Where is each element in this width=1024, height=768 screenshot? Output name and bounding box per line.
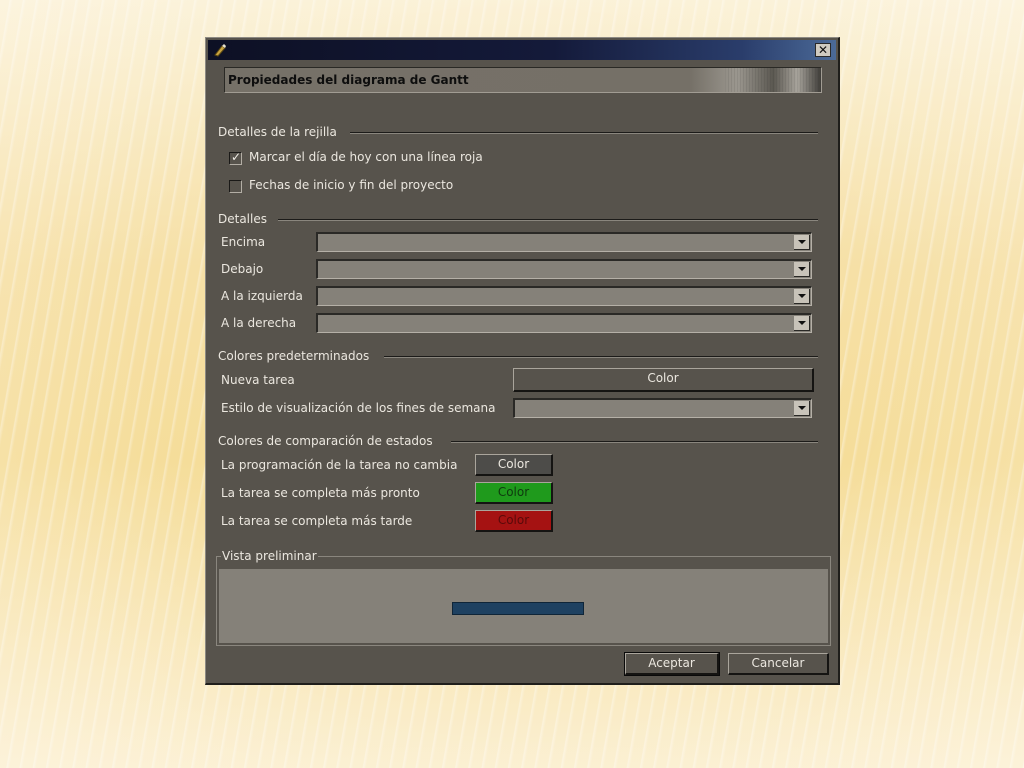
accept-button[interactable]: Aceptar xyxy=(624,652,720,676)
new-task-label: Nueva tarea xyxy=(221,373,295,387)
title-bar[interactable]: ✕ xyxy=(208,40,836,60)
section-label: Colores de comparación de estados xyxy=(218,434,433,448)
project-dates-label[interactable]: Fechas de inicio y fin del proyecto xyxy=(249,178,453,192)
preview-task-bar xyxy=(452,602,584,615)
section-label: Detalles de la rejilla xyxy=(218,125,337,139)
chevron-down-icon[interactable] xyxy=(794,289,810,304)
section-label: Colores predeterminados xyxy=(218,349,370,363)
left-label: A la izquierda xyxy=(221,289,303,303)
chevron-down-icon[interactable] xyxy=(794,235,810,250)
today-red-line-label[interactable]: Marcar el día de hoy con una línea roja xyxy=(249,150,483,164)
right-select[interactable] xyxy=(316,313,812,333)
check-icon: ✓ xyxy=(231,150,242,164)
above-select[interactable] xyxy=(316,232,812,252)
chevron-down-icon[interactable] xyxy=(794,262,810,277)
completes-earlier-label: La tarea se completa más pronto xyxy=(221,486,420,500)
right-label: A la derecha xyxy=(221,316,297,330)
section-grid-details: Detalles de la rejilla xyxy=(218,125,818,139)
section-divider xyxy=(278,219,818,220)
below-label: Debajo xyxy=(221,262,264,276)
schedule-unchanged-color-button[interactable]: Color xyxy=(475,454,553,476)
below-select[interactable] xyxy=(316,259,812,279)
section-divider xyxy=(451,441,818,442)
weekend-style-select[interactable] xyxy=(513,398,812,418)
chevron-down-icon[interactable] xyxy=(794,401,810,416)
schedule-unchanged-label: La programación de la tarea no cambia xyxy=(221,458,458,472)
dialog-title: Propiedades del diagrama de Gantt xyxy=(228,73,469,87)
new-task-color-button[interactable]: Color xyxy=(513,368,814,392)
completes-later-color-button[interactable]: Color xyxy=(475,510,553,532)
completes-earlier-color-button[interactable]: Color xyxy=(475,482,553,504)
preview-label: Vista preliminar xyxy=(221,549,318,563)
preview-groupbox: Vista preliminar xyxy=(216,549,831,646)
close-button[interactable]: ✕ xyxy=(815,43,831,57)
completes-later-label: La tarea se completa más tarde xyxy=(221,514,413,528)
app-icon xyxy=(214,44,226,57)
section-details: Detalles xyxy=(218,212,818,226)
section-label: Detalles xyxy=(218,212,267,226)
gantt-properties-dialog: ✕ Propiedades del diagrama de Gantt Deta… xyxy=(205,37,840,685)
above-label: Encima xyxy=(221,235,266,249)
section-divider xyxy=(384,356,818,357)
section-status-colors: Colores de comparación de estados xyxy=(218,434,818,448)
left-select[interactable] xyxy=(316,286,812,306)
section-default-colors: Colores predeterminados xyxy=(218,349,818,363)
cancel-button[interactable]: Cancelar xyxy=(728,653,829,675)
project-dates-checkbox[interactable] xyxy=(229,180,242,193)
dialog-header-banner: Propiedades del diagrama de Gantt xyxy=(224,67,822,93)
preview-area xyxy=(219,569,828,643)
section-divider xyxy=(350,132,818,133)
today-red-line-checkbox[interactable]: ✓ xyxy=(229,150,242,165)
chevron-down-icon[interactable] xyxy=(794,316,810,331)
weekend-style-label: Estilo de visualización de los fines de … xyxy=(221,401,496,415)
